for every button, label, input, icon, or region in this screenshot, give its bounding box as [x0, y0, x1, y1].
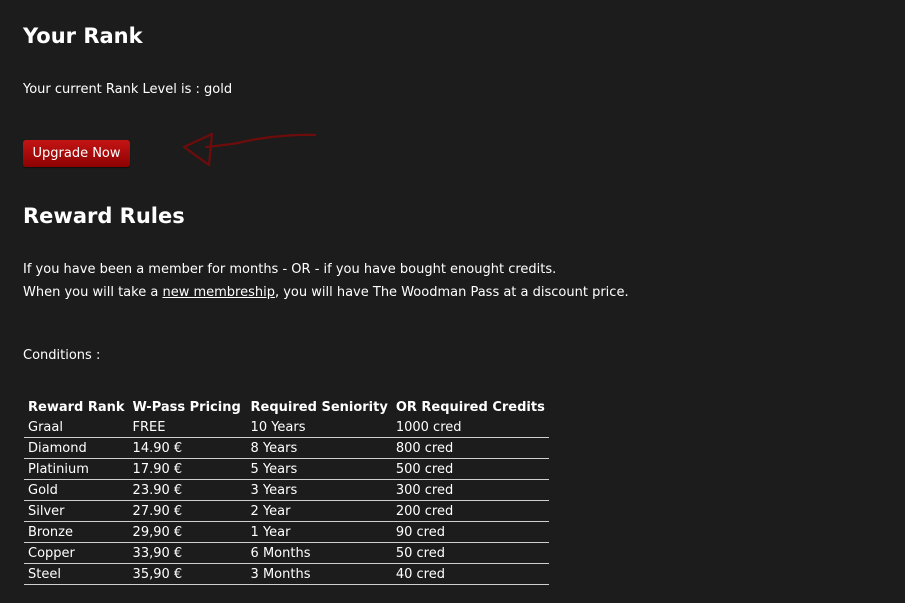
cell-rank: Graal [24, 417, 129, 438]
table-row: Gold 23.90 € 3 Years 300 cred [24, 479, 549, 501]
table-row: Silver 27.90 € 2 Year 200 cred [24, 500, 549, 522]
cell-pricing: 29,90 € [128, 521, 247, 543]
cell-seniority: 5 Years [246, 458, 392, 480]
cell-seniority: 2 Year [246, 500, 392, 522]
reward-table: Reward Rank W-Pass Pricing Required Seni… [24, 397, 549, 585]
table-row: Bronze 29,90 € 1 Year 90 cred [24, 521, 549, 543]
header-required-seniority: Required Seniority [250, 400, 388, 415]
rules-text-after-link: , you will have The Woodman Pass at a di… [274, 285, 629, 300]
table-row: Graal FREE 10 Years 1000 cred [24, 417, 549, 438]
cell-rank: Platinium [24, 458, 129, 480]
cell-credits: 1000 cred [391, 417, 549, 438]
rules-text-before-link: When you will take a [23, 285, 163, 300]
cell-rank: Silver [24, 500, 129, 522]
upgrade-now-button[interactable]: Upgrade Now [23, 140, 130, 167]
cell-seniority: 6 Months [246, 542, 392, 564]
cell-rank: Diamond [24, 437, 129, 459]
table-header-row: Reward Rank W-Pass Pricing Required Seni… [24, 397, 549, 417]
cell-seniority: 3 Months [246, 563, 392, 585]
current-rank-label: Your current Rank Level is : [23, 82, 205, 97]
cell-seniority: 1 Year [246, 521, 392, 543]
table-row: Copper 33,90 € 6 Months 50 cred [24, 542, 549, 564]
table-row: Steel 35,90 € 3 Months 40 cred [24, 563, 549, 585]
cell-credits: 90 cred [391, 521, 549, 543]
cell-pricing: 27.90 € [128, 500, 247, 522]
page: Your Rank Your current Rank Level is : g… [0, 0, 905, 603]
cell-seniority: 10 Years [246, 417, 392, 438]
rules-text-line-2: When you will take a new membreship, you… [23, 285, 629, 300]
cell-rank: Steel [24, 563, 129, 585]
arrow-annotation-icon [182, 132, 317, 167]
header-required-credits: OR Required Credits [395, 400, 545, 415]
cell-pricing: FREE [128, 417, 247, 438]
current-rank-value: gold [204, 82, 233, 97]
current-rank-line: Your current Rank Level is : gold [23, 82, 232, 97]
header-reward-rank: Reward Rank [28, 400, 125, 415]
cell-credits: 40 cred [391, 563, 549, 585]
cell-credits: 300 cred [391, 479, 549, 501]
cell-seniority: 8 Years [246, 437, 392, 459]
conditions-label: Conditions : [23, 348, 101, 363]
reward-rules-heading: Reward Rules [23, 204, 185, 228]
cell-credits: 800 cred [391, 437, 549, 459]
cell-pricing: 23.90 € [128, 479, 247, 501]
cell-pricing: 14.90 € [128, 437, 247, 459]
cell-pricing: 17.90 € [128, 458, 247, 480]
cell-credits: 50 cred [391, 542, 549, 564]
cell-rank: Copper [24, 542, 129, 564]
cell-rank: Bronze [24, 521, 129, 543]
header-wpass-pricing: W-Pass Pricing [132, 400, 241, 415]
cell-pricing: 33,90 € [128, 542, 247, 564]
rules-text-line-1: If you have been a member for months - O… [23, 262, 557, 277]
cell-credits: 200 cred [391, 500, 549, 522]
table-row: Diamond 14.90 € 8 Years 800 cred [24, 437, 549, 459]
cell-seniority: 3 Years [246, 479, 392, 501]
cell-pricing: 35,90 € [128, 563, 247, 585]
cell-credits: 500 cred [391, 458, 549, 480]
cell-rank: Gold [24, 479, 129, 501]
table-row: Platinium 17.90 € 5 Years 500 cred [24, 458, 549, 480]
your-rank-heading: Your Rank [23, 24, 143, 48]
new-membership-link[interactable]: new membreship [162, 285, 275, 300]
